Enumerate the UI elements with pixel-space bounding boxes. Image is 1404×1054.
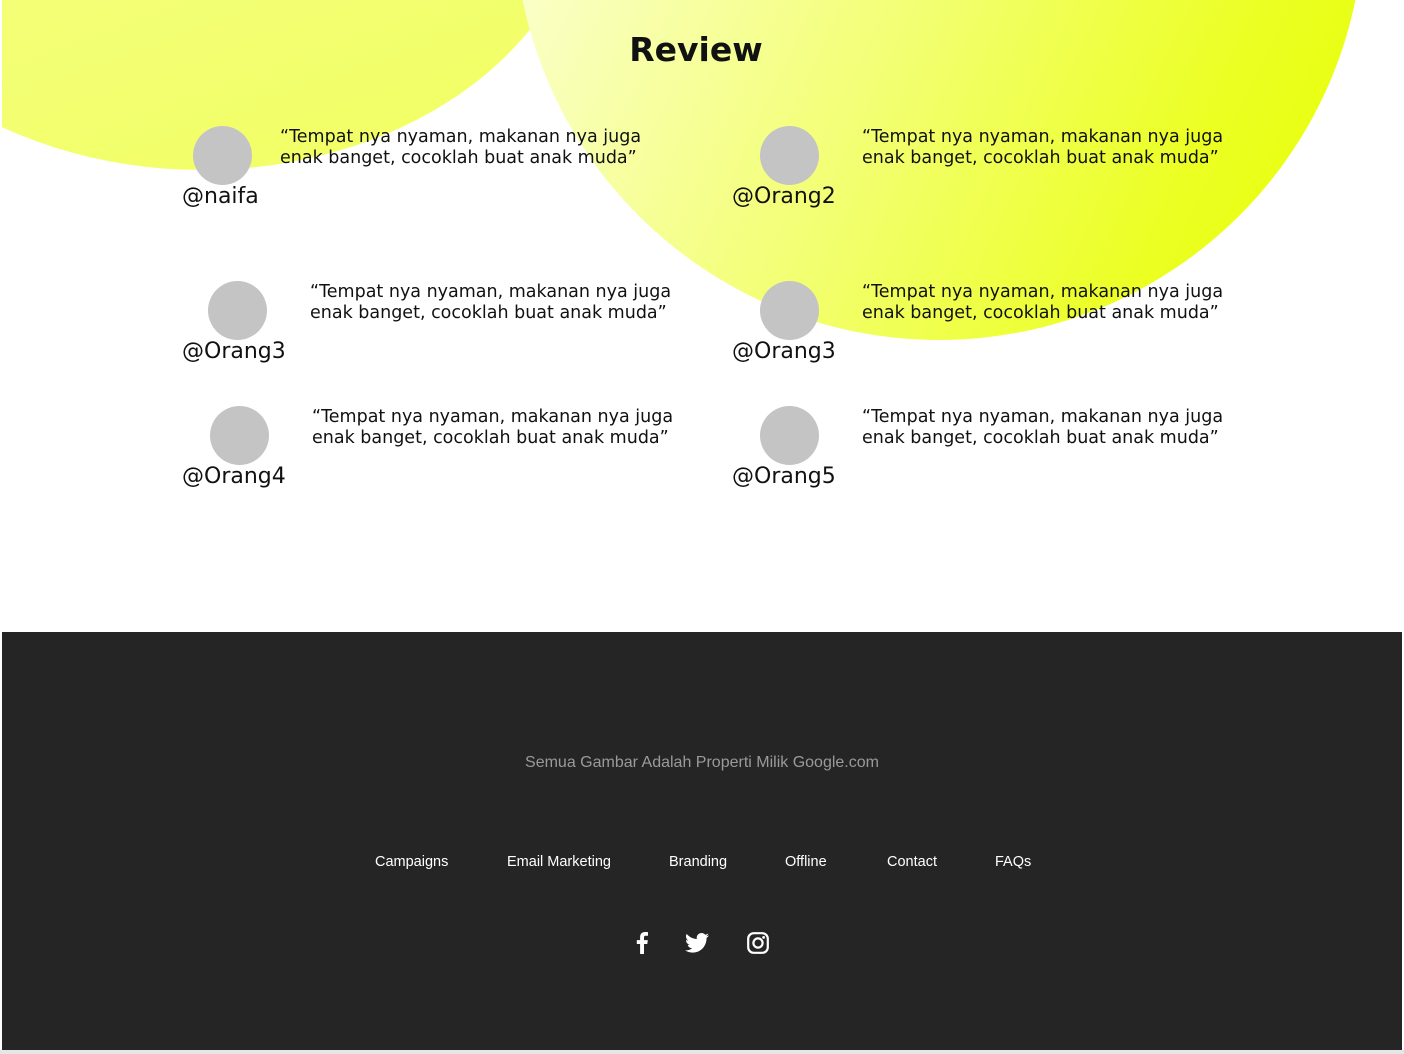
- footer-link-email-marketing[interactable]: Email Marketing: [507, 854, 611, 870]
- footer: Semua Gambar Adalah Properti Milik Googl…: [2, 632, 1402, 1050]
- review-quote-line: enak banget, cocoklah buat anak muda”: [862, 428, 1219, 448]
- copyright-text: Semua Gambar Adalah Properti Milik Googl…: [525, 754, 879, 771]
- review-quote-line: enak banget, cocoklah buat anak muda”: [280, 148, 637, 168]
- review-quote-line: enak banget, cocoklah buat anak muda”: [862, 303, 1219, 323]
- review-quote-line: enak banget, cocoklah buat anak muda”: [862, 148, 1219, 168]
- review-quote-line: enak banget, cocoklah buat anak muda”: [312, 428, 669, 448]
- review-card: @Orang3 “Tempat nya nyaman, makanan nya …: [180, 281, 700, 391]
- review-card: @naifa “Tempat nya nyaman, makanan nya j…: [180, 126, 700, 236]
- review-quote-line: “Tempat nya nyaman, makanan nya juga: [312, 407, 674, 427]
- review-handle: @Orang3: [732, 339, 836, 364]
- avatar: [760, 406, 819, 465]
- review-quote-line: “Tempat nya nyaman, makanan nya juga: [310, 282, 672, 302]
- review-quote-line: “Tempat nya nyaman, makanan nya juga: [862, 282, 1224, 302]
- divider: [0, 1050, 1404, 1054]
- review-quote: “Tempat nya nyaman, makanan nya juga ena…: [310, 282, 671, 324]
- avatar: [210, 406, 269, 465]
- twitter-icon[interactable]: [684, 930, 710, 956]
- review-card: @Orang2 “Tempat nya nyaman, makanan nya …: [732, 126, 1252, 236]
- review-quote-line: “Tempat nya nyaman, makanan nya juga: [862, 407, 1224, 427]
- review-quote: “Tempat nya nyaman, makanan nya juga ena…: [312, 407, 673, 449]
- review-quote: “Tempat nya nyaman, makanan nya juga ena…: [862, 282, 1223, 324]
- review-handle: @Orang5: [732, 464, 836, 489]
- avatar: [208, 281, 267, 340]
- page: Review @naifa “Tempat nya nyaman, makana…: [0, 0, 1404, 1054]
- review-handle: @Orang2: [732, 184, 836, 209]
- review-handle: @Orang3: [182, 339, 286, 364]
- review-card: @Orang5 “Tempat nya nyaman, makanan nya …: [732, 406, 1252, 516]
- review-card: @Orang4 “Tempat nya nyaman, makanan nya …: [180, 406, 700, 516]
- avatar: [193, 126, 252, 185]
- review-quote-line: “Tempat nya nyaman, makanan nya juga: [862, 127, 1224, 147]
- avatar: [760, 126, 819, 185]
- review-handle: @Orang4: [182, 464, 286, 489]
- footer-link-offline[interactable]: Offline: [785, 854, 827, 870]
- avatar: [760, 281, 819, 340]
- review-card: @Orang3 “Tempat nya nyaman, makanan nya …: [732, 281, 1252, 391]
- instagram-icon[interactable]: [745, 930, 771, 956]
- review-quote-line: enak banget, cocoklah buat anak muda”: [310, 303, 667, 323]
- footer-link-contact[interactable]: Contact: [887, 854, 937, 870]
- review-quote: “Tempat nya nyaman, makanan nya juga ena…: [862, 407, 1223, 449]
- review-section: Review @naifa “Tempat nya nyaman, makana…: [2, 0, 1402, 632]
- footer-link-campaigns[interactable]: Campaigns: [375, 854, 448, 870]
- footer-link-branding[interactable]: Branding: [669, 854, 727, 870]
- review-quote: “Tempat nya nyaman, makanan nya juga ena…: [862, 127, 1223, 169]
- review-title: Review: [629, 30, 763, 69]
- facebook-icon[interactable]: [629, 930, 655, 956]
- review-handle: @naifa: [182, 184, 259, 209]
- footer-link-faqs[interactable]: FAQs: [995, 854, 1031, 870]
- review-quote-line: “Tempat nya nyaman, makanan nya juga: [280, 127, 642, 147]
- review-quote: “Tempat nya nyaman, makanan nya juga ena…: [280, 127, 641, 169]
